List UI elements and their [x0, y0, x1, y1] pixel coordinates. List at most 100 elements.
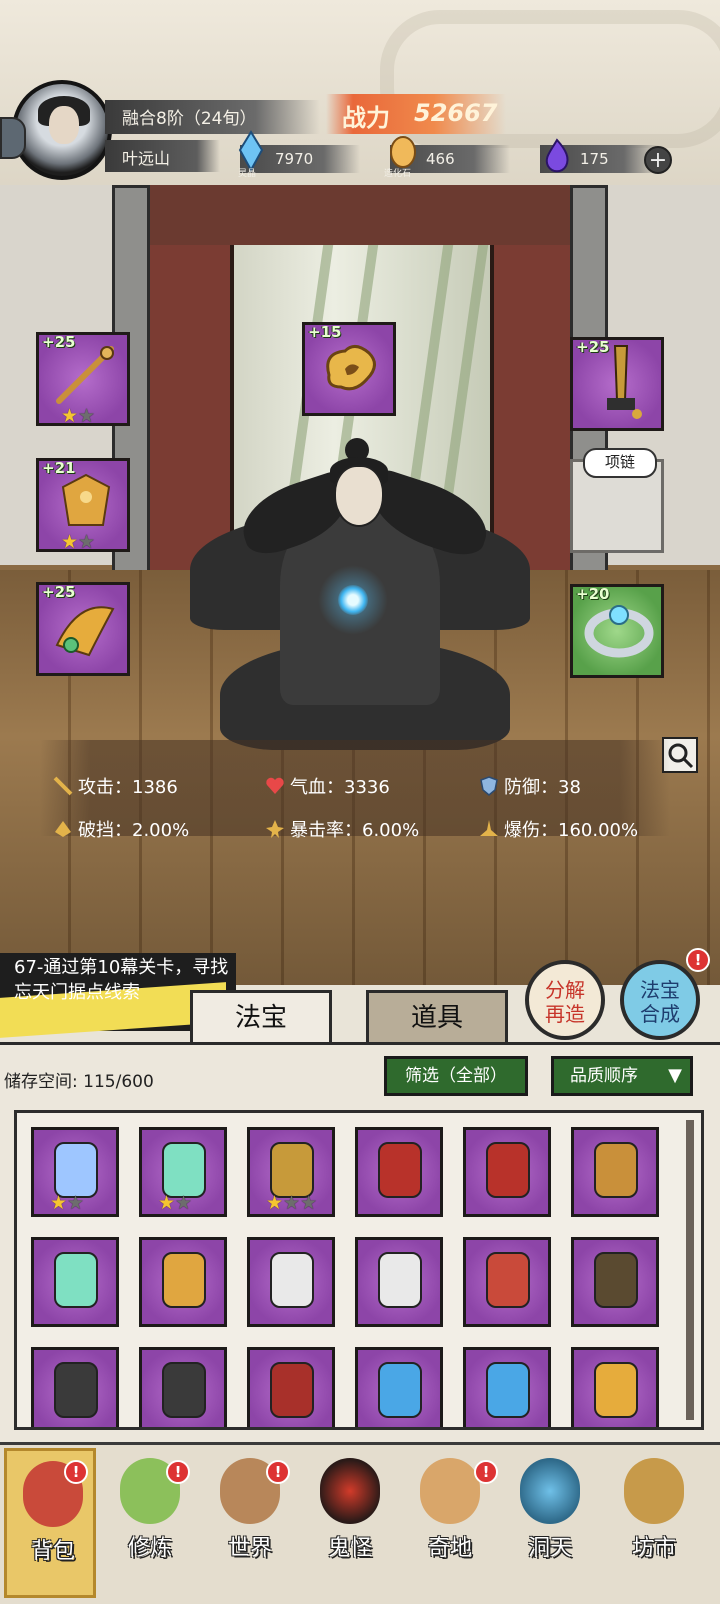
equip-slot-armor[interactable]: +21 ★★ — [36, 458, 130, 552]
add-resource-button[interactable]: + — [644, 146, 672, 174]
creation-stone-icon — [390, 136, 416, 168]
stat-crit-rate: 暴击率：6.00% — [264, 816, 419, 842]
level-label: +25 — [576, 338, 610, 356]
star-empty: ★ — [78, 531, 96, 553]
stat-value: 1386 — [132, 777, 178, 798]
side-pull-tab[interactable] — [0, 117, 26, 159]
chevron-down-icon: ▼ — [668, 1065, 682, 1086]
nav-label: 奇地 — [427, 1536, 472, 1561]
inventory-slot[interactable] — [355, 1347, 443, 1427]
necklace-slot-label: 项链 — [583, 448, 657, 478]
player-avatar[interactable] — [12, 80, 112, 180]
inventory-slot[interactable]: ★★ — [31, 1127, 119, 1217]
filter-button[interactable]: 筛选（全部） — [384, 1056, 528, 1096]
resource-value-crystal: 7970 — [275, 150, 314, 168]
winged-helm-icon — [594, 1362, 638, 1418]
inventory-slot[interactable] — [463, 1237, 551, 1327]
portal-icon — [520, 1458, 580, 1524]
energy-orb — [338, 585, 368, 615]
equip-slot-necklace[interactable]: 项链 — [570, 448, 664, 553]
equip-slot-bracelet[interactable]: +20 — [570, 584, 664, 678]
jade-fan-icon — [54, 1252, 98, 1308]
star-empty: ★★ — [283, 1192, 318, 1214]
inventory-slot[interactable] — [247, 1347, 335, 1427]
inventory-slot[interactable]: ★★ — [139, 1127, 227, 1217]
star-filled: ★ — [61, 405, 79, 427]
resource-value-stone: 466 — [426, 150, 455, 168]
tab-treasure[interactable]: 法宝 — [190, 990, 332, 1042]
inventory-slot[interactable] — [139, 1347, 227, 1427]
winged-helm-icon — [55, 606, 115, 657]
star-filled: ★ — [50, 1192, 68, 1214]
decompose-label: 分解再造 — [545, 978, 585, 1026]
heart-icon — [266, 777, 284, 794]
inventory-slot[interactable] — [355, 1127, 443, 1217]
inventory-slot[interactable] — [463, 1347, 551, 1427]
storage-value: 115/600 — [83, 1072, 154, 1092]
synthesize-label: 法宝合成 — [640, 978, 680, 1026]
purple-flame-icon — [545, 138, 569, 173]
white-robe-icon — [378, 1252, 422, 1308]
inventory-slot[interactable] — [571, 1127, 659, 1217]
equip-slot-talisman[interactable]: +15 — [302, 322, 396, 416]
level-label: +15 — [308, 323, 342, 341]
storage-label: 储存空间: — [4, 1072, 78, 1092]
inventory-slot[interactable] — [463, 1127, 551, 1217]
stat-label: 爆伤： — [504, 820, 558, 841]
sword-icon — [53, 776, 73, 796]
equip-slot-helm[interactable]: +25 — [36, 582, 130, 676]
inventory-slot[interactable] — [571, 1347, 659, 1427]
dark-robe-icon — [594, 1252, 638, 1308]
mountain-icon — [420, 1458, 480, 1524]
star-filled: ★ — [61, 531, 79, 553]
nav-monsters[interactable]: 鬼怪 — [304, 1448, 396, 1598]
blade-icon — [607, 345, 642, 419]
inventory-slot[interactable] — [571, 1237, 659, 1327]
sort-label: 品质顺序 — [570, 1066, 638, 1086]
inventory-scrollbar[interactable] — [686, 1120, 694, 1420]
sort-dropdown[interactable]: 品质顺序 ▼ — [551, 1056, 693, 1096]
staff-icon — [594, 1142, 638, 1198]
inventory-slot[interactable] — [31, 1347, 119, 1427]
nav-label: 坊市 — [631, 1536, 676, 1561]
decompose-button[interactable]: 分解再造 — [525, 960, 605, 1040]
storage-capacity: 储存空间: 115/600 — [4, 1067, 154, 1092]
equip-slot-blade[interactable]: +25 — [570, 337, 664, 431]
nav-market[interactable]: 坊市 — [608, 1448, 700, 1598]
nav-alert-badge: ! — [474, 1460, 498, 1484]
nav-cave-realm[interactable]: 洞天 — [504, 1448, 596, 1598]
blue-crystal-icon — [378, 1362, 422, 1418]
crit-icon — [266, 820, 284, 838]
stat-value: 3336 — [344, 777, 390, 798]
red-armor-icon — [486, 1252, 530, 1308]
resource-sub-crystal: 灵晶 — [238, 169, 257, 179]
break-icon — [55, 821, 71, 837]
blue-crystal-icon — [486, 1362, 530, 1418]
avatar-face — [49, 106, 79, 144]
star-rating: ★★ — [50, 1192, 84, 1214]
inventory-slot[interactable] — [139, 1237, 227, 1327]
red-gauntlet-icon — [270, 1362, 314, 1418]
resource-value-flame: 175 — [580, 150, 609, 168]
inventory-slot[interactable]: ★★★ — [247, 1127, 335, 1217]
inventory-slot[interactable] — [31, 1237, 119, 1327]
golden-armor-icon — [162, 1252, 206, 1308]
star-rating: ★★ — [61, 531, 96, 553]
jade-fan-icon — [162, 1142, 206, 1198]
equip-slot-weapon[interactable]: +25 ★★ — [36, 332, 130, 426]
stat-value: 38 — [558, 777, 581, 798]
star-rating: ★★ — [61, 405, 95, 427]
stat-label: 攻击： — [78, 777, 132, 798]
stat-value: 160.00% — [558, 820, 639, 841]
star-rating: ★★★ — [266, 1192, 318, 1214]
inventory-slot[interactable] — [355, 1237, 443, 1327]
stat-label: 气血： — [290, 777, 344, 798]
demon-egg-icon — [320, 1458, 380, 1524]
nav-label: 洞天 — [527, 1536, 572, 1561]
synthesize-button[interactable]: 法宝合成 — [620, 960, 700, 1040]
player-name: 叶远山 — [122, 149, 171, 168]
tab-items[interactable]: 道具 — [366, 990, 508, 1042]
nav-label: 背包 — [30, 1539, 75, 1564]
inventory-slot[interactable] — [247, 1237, 335, 1327]
stat-value: 6.00% — [362, 820, 420, 841]
